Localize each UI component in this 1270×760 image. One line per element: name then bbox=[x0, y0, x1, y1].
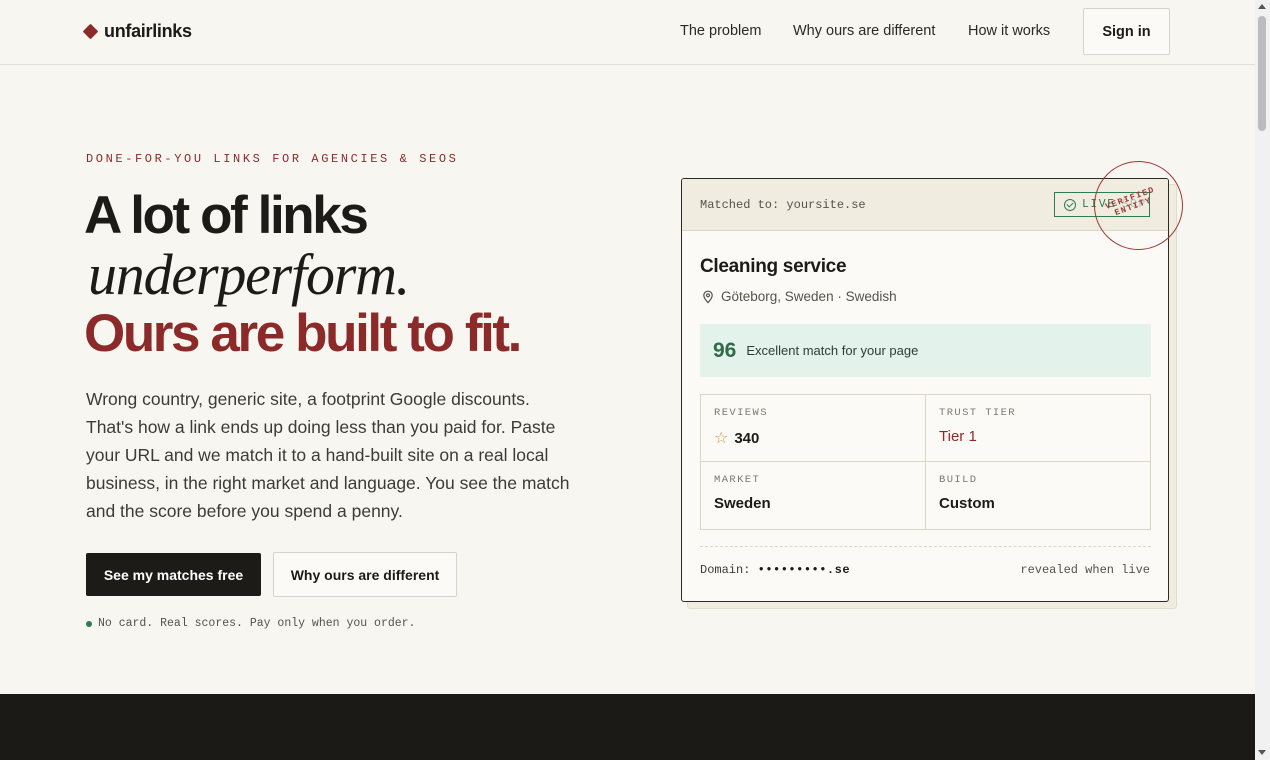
card-title: Cleaning service bbox=[700, 256, 847, 277]
brand-logo[interactable]: unfairlinks bbox=[82, 21, 192, 42]
domain-masked-value: •••••••••.se bbox=[757, 563, 851, 577]
stat-value-row: ☆ 340 bbox=[714, 428, 912, 448]
brand-name: unfairlinks bbox=[104, 21, 192, 41]
stat-trust-tier: TRUST TIER Tier 1 bbox=[926, 395, 1151, 462]
domain-info: Domain: •••••••••.se bbox=[700, 563, 850, 577]
stat-label: TRUST TIER bbox=[939, 407, 1017, 419]
card-location: Göteborg, Sweden · Swedish bbox=[701, 289, 897, 304]
domain-label: Domain: bbox=[700, 563, 751, 577]
see-matches-button[interactable]: See my matches free bbox=[86, 553, 261, 596]
stats-grid: REVIEWS ☆ 340 TRUST TIER Tier 1 MARKET S… bbox=[700, 394, 1151, 530]
scroll-down-icon[interactable] bbox=[1258, 750, 1266, 755]
match-score-label: Excellent match for your page bbox=[746, 343, 919, 358]
nav-link-different[interactable]: Why ours are different bbox=[793, 23, 935, 39]
stat-value: Custom bbox=[939, 495, 995, 512]
scroll-up-icon[interactable] bbox=[1258, 4, 1266, 9]
stat-value: 340 bbox=[734, 429, 760, 447]
stat-build: BUILD Custom bbox=[926, 462, 1151, 529]
hero-lead: Wrong country, generic site, a footprint… bbox=[86, 389, 570, 521]
top-navbar: unfairlinks The problem Why ours are dif… bbox=[0, 0, 1255, 65]
hero-headline: A lot of links underperform. Ours are bu… bbox=[84, 186, 644, 363]
scrollbar-thumb[interactable] bbox=[1258, 16, 1266, 131]
stat-value: Sweden bbox=[714, 495, 771, 512]
star-icon: ☆ bbox=[714, 430, 729, 447]
why-different-button[interactable]: Why ours are different bbox=[273, 552, 457, 597]
matched-to-label: Matched to: yoursite.se bbox=[700, 198, 866, 212]
next-section-band bbox=[0, 694, 1255, 760]
location-text: Göteborg, Sweden · Swedish bbox=[721, 289, 897, 304]
match-card: Matched to: yoursite.se LIVE SOP Cleanin… bbox=[681, 178, 1169, 602]
page-scrollbar[interactable] bbox=[1255, 0, 1270, 760]
nav-link-how-it-works[interactable]: How it works bbox=[968, 23, 1050, 39]
stat-reviews: REVIEWS ☆ 340 bbox=[701, 395, 926, 462]
hero-note-text: No card. Real scores. Pay only when you … bbox=[98, 617, 416, 630]
match-score-box: 96 Excellent match for your page bbox=[700, 324, 1151, 377]
diamond-logo-icon bbox=[82, 23, 99, 40]
location-pin-icon bbox=[703, 290, 713, 303]
revealed-note: revealed when live bbox=[1020, 563, 1150, 577]
stat-market: MARKET Sweden bbox=[701, 462, 926, 529]
hero-note: No card. Real scores. Pay only when you … bbox=[86, 617, 415, 630]
stat-label: MARKET bbox=[714, 474, 761, 486]
stat-label: BUILD bbox=[939, 474, 978, 486]
page: unfairlinks The problem Why ours are dif… bbox=[0, 0, 1255, 760]
headline-line-1: A lot of links bbox=[84, 186, 369, 245]
headline-line-3: Ours are built to fit. bbox=[84, 304, 522, 363]
hero-eyebrow: DONE-FOR-YOU LINKS FOR AGENCIES & SEOS bbox=[86, 152, 459, 166]
nav-link-problem[interactable]: The problem bbox=[680, 23, 761, 39]
status-dot-icon bbox=[86, 620, 92, 627]
stat-label: REVIEWS bbox=[714, 407, 768, 419]
match-score-value: 96 bbox=[713, 338, 737, 362]
headline-line-2: underperform. bbox=[88, 242, 410, 307]
check-circle-icon bbox=[1064, 198, 1076, 211]
stat-value: Tier 1 bbox=[939, 428, 977, 445]
sign-in-button[interactable]: Sign in bbox=[1083, 8, 1170, 55]
card-divider bbox=[700, 546, 1151, 547]
